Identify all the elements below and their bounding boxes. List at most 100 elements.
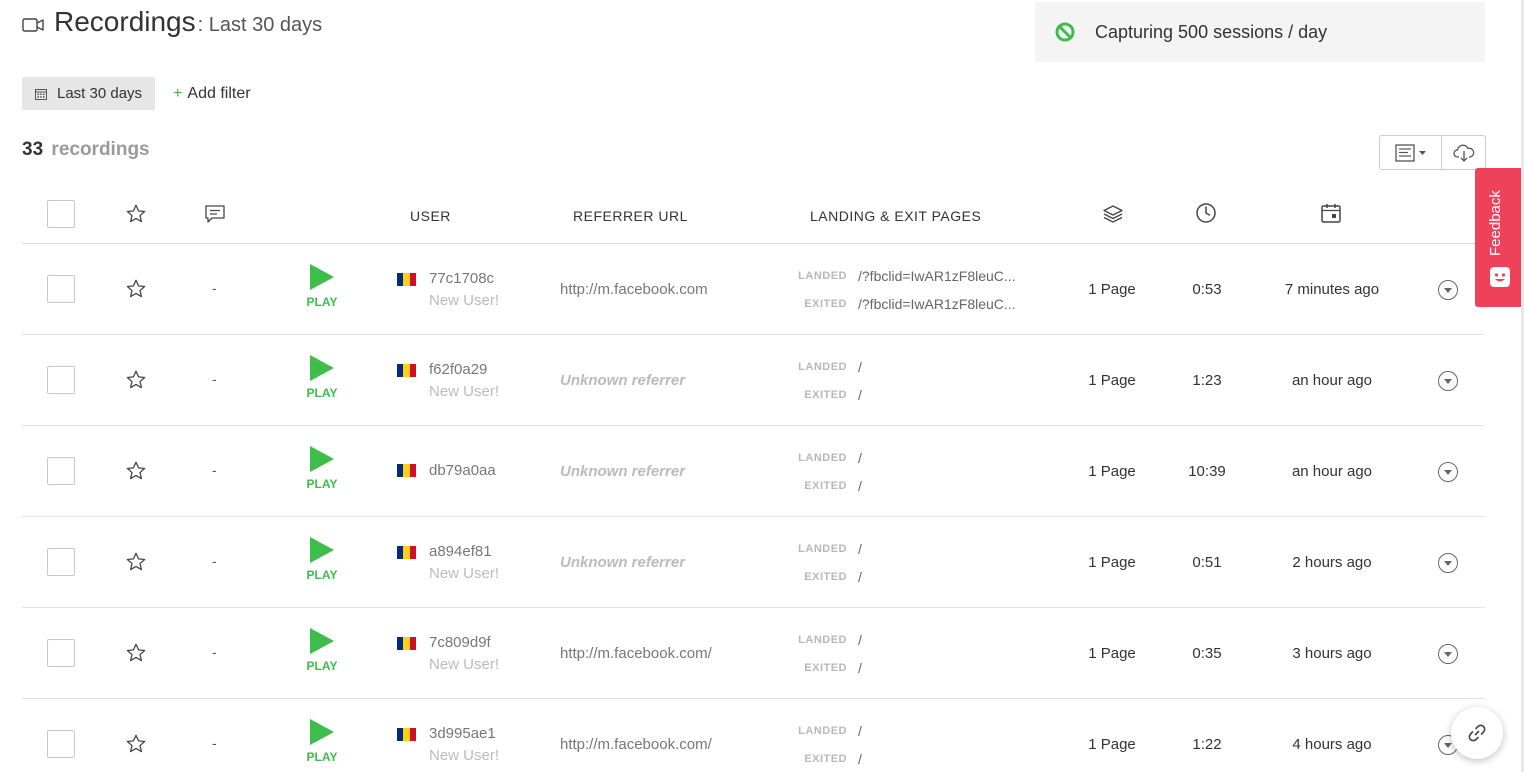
play-button[interactable]: PLAY bbox=[302, 626, 342, 673]
session-duration: 10:39 bbox=[1188, 463, 1226, 480]
layers-icon[interactable] bbox=[1102, 204, 1124, 224]
user-note: New User! bbox=[429, 656, 500, 673]
play-label: PLAY bbox=[306, 568, 338, 582]
session-time: an hour ago bbox=[1291, 463, 1373, 480]
chevron-down-icon bbox=[1444, 742, 1452, 748]
play-button[interactable]: PLAY bbox=[302, 262, 342, 309]
table-row[interactable]: - PLAY 77c1708c New User! http://m.faceb… bbox=[22, 244, 1485, 335]
row-checkbox[interactable] bbox=[47, 730, 75, 758]
row-checkbox[interactable] bbox=[47, 275, 75, 303]
columns-menu-button[interactable] bbox=[1380, 136, 1442, 169]
table-row[interactable]: - PLAY a894ef81 New User! Unknown referr… bbox=[22, 517, 1485, 608]
row-expand-button[interactable] bbox=[1438, 371, 1458, 391]
play-button[interactable]: PLAY bbox=[302, 444, 342, 491]
exited-page[interactable]: / bbox=[858, 387, 862, 403]
user-id-link[interactable]: a894ef81 bbox=[429, 543, 492, 560]
landed-page[interactable]: / bbox=[858, 450, 862, 466]
referrer-url: Unknown referrer bbox=[560, 554, 686, 571]
table-row[interactable]: - PLAY db79a0aa Unknown referrer LANDED … bbox=[22, 426, 1485, 517]
landed-page[interactable]: / bbox=[858, 541, 862, 557]
landed-page[interactable]: / bbox=[858, 359, 862, 375]
date-range-button[interactable]: Last 30 days bbox=[22, 77, 156, 110]
play-button[interactable]: PLAY bbox=[302, 717, 342, 764]
user-id-link[interactable]: 3d995ae1 bbox=[429, 725, 496, 742]
exited-page[interactable]: / bbox=[858, 751, 862, 767]
row-checkbox[interactable] bbox=[47, 639, 75, 667]
landed-page[interactable]: / bbox=[858, 723, 862, 739]
flag-icon bbox=[397, 637, 416, 650]
row-checkbox[interactable] bbox=[47, 548, 75, 576]
table-row[interactable]: - PLAY 3d995ae1 New User! http://m.faceb… bbox=[22, 699, 1485, 772]
star-icon[interactable] bbox=[125, 642, 147, 664]
play-label: PLAY bbox=[306, 386, 338, 400]
landed-page[interactable]: / bbox=[858, 632, 862, 648]
smiley-icon bbox=[1490, 267, 1510, 287]
table-header: USER REFERRER URL LANDING & EXIT PAGES bbox=[22, 188, 1485, 244]
column-header-user[interactable]: USER bbox=[410, 208, 451, 224]
user-id-link[interactable]: 77c1708c bbox=[429, 270, 494, 287]
session-duration: 0:35 bbox=[1192, 645, 1222, 662]
referrer-url[interactable]: http://m.facebook.com/ bbox=[560, 645, 712, 662]
row-expand-button[interactable] bbox=[1438, 280, 1458, 300]
chevron-down-icon bbox=[1444, 469, 1452, 475]
share-link-button[interactable] bbox=[1451, 707, 1503, 759]
flag-icon bbox=[397, 364, 416, 377]
table-row[interactable]: - PLAY f62f0a29 New User! Unknown referr… bbox=[22, 335, 1485, 426]
session-time: 7 minutes ago bbox=[1284, 281, 1380, 298]
row-expand-button[interactable] bbox=[1438, 553, 1458, 573]
user-id-link[interactable]: f62f0a29 bbox=[429, 361, 487, 378]
column-header-pages[interactable]: LANDING & EXIT PAGES bbox=[810, 208, 981, 224]
star-icon[interactable] bbox=[125, 460, 147, 482]
user-id-link[interactable]: db79a0aa bbox=[429, 462, 496, 479]
row-expand-button[interactable] bbox=[1438, 644, 1458, 664]
row-expand-button[interactable] bbox=[1438, 462, 1458, 482]
calendar-date-icon[interactable] bbox=[1320, 202, 1342, 224]
download-button[interactable] bbox=[1442, 136, 1485, 169]
exited-label: EXITED bbox=[804, 662, 847, 674]
referrer-url[interactable]: http://m.facebook.com bbox=[560, 281, 708, 298]
add-filter-button[interactable]: + Add filter bbox=[173, 85, 250, 103]
select-all-checkbox[interactable] bbox=[47, 200, 75, 228]
play-button[interactable]: PLAY bbox=[302, 353, 342, 400]
play-label: PLAY bbox=[306, 477, 338, 491]
feedback-label: Feedback bbox=[1487, 190, 1504, 256]
exited-page[interactable]: /?fbclid=IwAR1zF8leuC... bbox=[858, 296, 1016, 312]
clock-icon[interactable] bbox=[1195, 202, 1217, 224]
landed-label: LANDED bbox=[798, 543, 847, 555]
star-icon[interactable] bbox=[125, 733, 147, 755]
star-icon[interactable] bbox=[125, 551, 147, 573]
column-header-referrer[interactable]: REFERRER URL bbox=[573, 208, 688, 224]
referrer-url: Unknown referrer bbox=[560, 463, 686, 480]
feedback-tab[interactable]: Feedback bbox=[1475, 168, 1524, 307]
comment-icon[interactable] bbox=[204, 204, 226, 224]
exited-page[interactable]: / bbox=[858, 569, 862, 585]
exited-label: EXITED bbox=[804, 389, 847, 401]
plus-icon: + bbox=[173, 84, 183, 102]
landed-page[interactable]: /?fbclid=IwAR1zF8leuC... bbox=[858, 268, 1016, 284]
flag-icon bbox=[397, 464, 416, 477]
star-icon[interactable] bbox=[125, 203, 147, 225]
play-icon bbox=[310, 628, 334, 654]
exited-label: EXITED bbox=[804, 480, 847, 492]
table-row[interactable]: - PLAY 7c809d9f New User! http://m.faceb… bbox=[22, 608, 1485, 699]
comment-count: - bbox=[212, 553, 217, 569]
columns-icon bbox=[1394, 143, 1426, 162]
star-icon[interactable] bbox=[125, 369, 147, 391]
user-note: New User! bbox=[429, 747, 500, 764]
page-subtitle: : Last 30 days bbox=[197, 14, 323, 36]
play-button[interactable]: PLAY bbox=[302, 535, 342, 582]
referrer-url[interactable]: http://m.facebook.com/ bbox=[560, 736, 712, 753]
play-icon bbox=[310, 537, 334, 563]
comment-count: - bbox=[212, 462, 217, 478]
play-icon bbox=[310, 355, 334, 381]
user-note: New User! bbox=[429, 565, 500, 582]
exited-page[interactable]: / bbox=[858, 478, 862, 494]
exited-label: EXITED bbox=[804, 298, 847, 310]
row-checkbox[interactable] bbox=[47, 457, 75, 485]
user-id-link[interactable]: 7c809d9f bbox=[429, 634, 491, 651]
exited-page[interactable]: / bbox=[858, 660, 862, 676]
session-duration: 1:23 bbox=[1192, 372, 1222, 389]
row-checkbox[interactable] bbox=[47, 366, 75, 394]
page-header: Recordings : Last 30 days bbox=[22, 6, 322, 38]
star-icon[interactable] bbox=[125, 278, 147, 300]
